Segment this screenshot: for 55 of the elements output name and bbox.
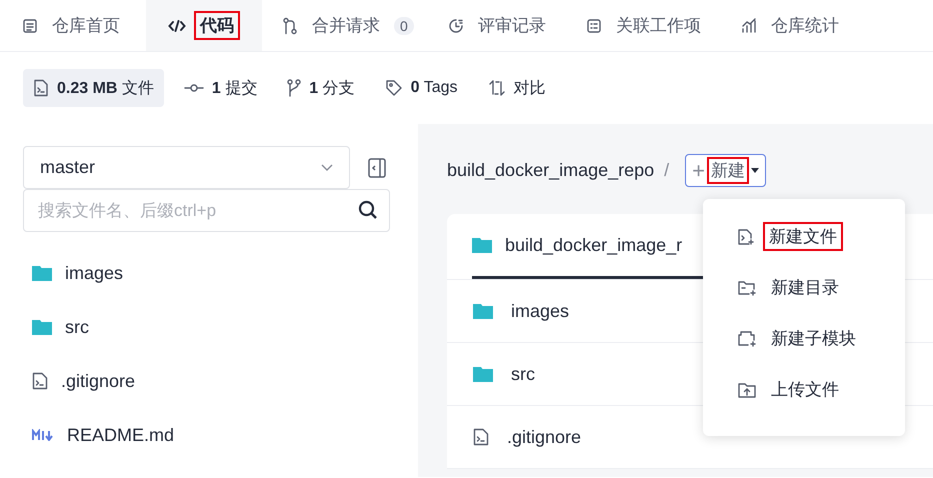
stat-link[interactable]: 1 分支	[277, 69, 365, 107]
file-row-name[interactable]: .gitignore	[507, 426, 582, 448]
file-icon	[32, 372, 48, 390]
folder-icon	[473, 366, 493, 382]
document-icon	[22, 18, 38, 34]
commit-icon	[184, 82, 204, 94]
stat-link[interactable]: 1 提交	[174, 69, 268, 107]
breadcrumb-separator: /	[664, 160, 670, 181]
branch-select[interactable]: master	[23, 146, 350, 189]
nav-tab[interactable]: 代码	[146, 0, 262, 51]
search-field[interactable]: 搜索文件名、后缀ctrl+p	[23, 189, 390, 232]
upload-icon	[737, 380, 757, 398]
menu-item[interactable]: 新建子模块	[737, 313, 862, 364]
file-tree-item[interactable]: images	[65, 262, 124, 284]
file-icon	[33, 79, 49, 97]
branch-icon	[287, 79, 302, 97]
folder-icon	[32, 319, 52, 335]
new-module-icon	[737, 330, 757, 348]
new-file-icon	[737, 228, 755, 246]
file-row-name[interactable]: images	[511, 300, 570, 322]
new-dropdown-button[interactable]: + 新建	[685, 154, 766, 187]
file-tree-item[interactable]: .gitignore	[61, 370, 136, 392]
nav-tab[interactable]: 合并请求 0	[268, 0, 428, 51]
clock-icon	[448, 18, 464, 34]
search-icon[interactable]	[358, 200, 378, 220]
new-folder-icon	[737, 278, 757, 296]
menu-item[interactable]: 新建目录	[737, 262, 845, 313]
file-row-name[interactable]: src	[511, 364, 535, 384]
nav-tab[interactable]: 评审记录	[434, 0, 566, 51]
breadcrumb-link[interactable]: build_docker_image_repo	[447, 160, 654, 181]
collapse-panel-icon[interactable]	[368, 158, 386, 178]
compare-icon	[488, 79, 506, 97]
stat-link[interactable]: 0 Tags	[374, 69, 468, 107]
folder-icon	[472, 237, 492, 253]
chevron-down-icon	[321, 164, 333, 172]
nav-tab[interactable]: 关联工作项	[572, 0, 721, 51]
nav-tab[interactable]: 仓库首页	[8, 0, 140, 51]
count-badge: 0	[394, 16, 414, 34]
nav-tab[interactable]: 仓库统计	[726, 0, 859, 51]
file-tree-item[interactable]: README.md	[67, 424, 174, 446]
stat-link[interactable]: 0.23 MB 文件	[23, 69, 164, 107]
stat-link[interactable]: 对比	[478, 69, 556, 107]
list-icon	[586, 18, 602, 34]
markdown-icon	[32, 429, 54, 441]
file-tree-item[interactable]: src	[65, 316, 89, 338]
tag-icon	[384, 79, 403, 97]
menu-item[interactable]: 上传文件	[737, 364, 845, 415]
caret-icon	[751, 168, 760, 173]
chart-icon	[740, 18, 757, 34]
merge-icon	[282, 16, 298, 34]
folder-icon	[473, 303, 493, 319]
menu-item[interactable]: 新建文件	[737, 211, 843, 262]
code-icon	[168, 18, 186, 34]
folder-icon	[32, 265, 52, 281]
file-icon	[473, 428, 489, 446]
